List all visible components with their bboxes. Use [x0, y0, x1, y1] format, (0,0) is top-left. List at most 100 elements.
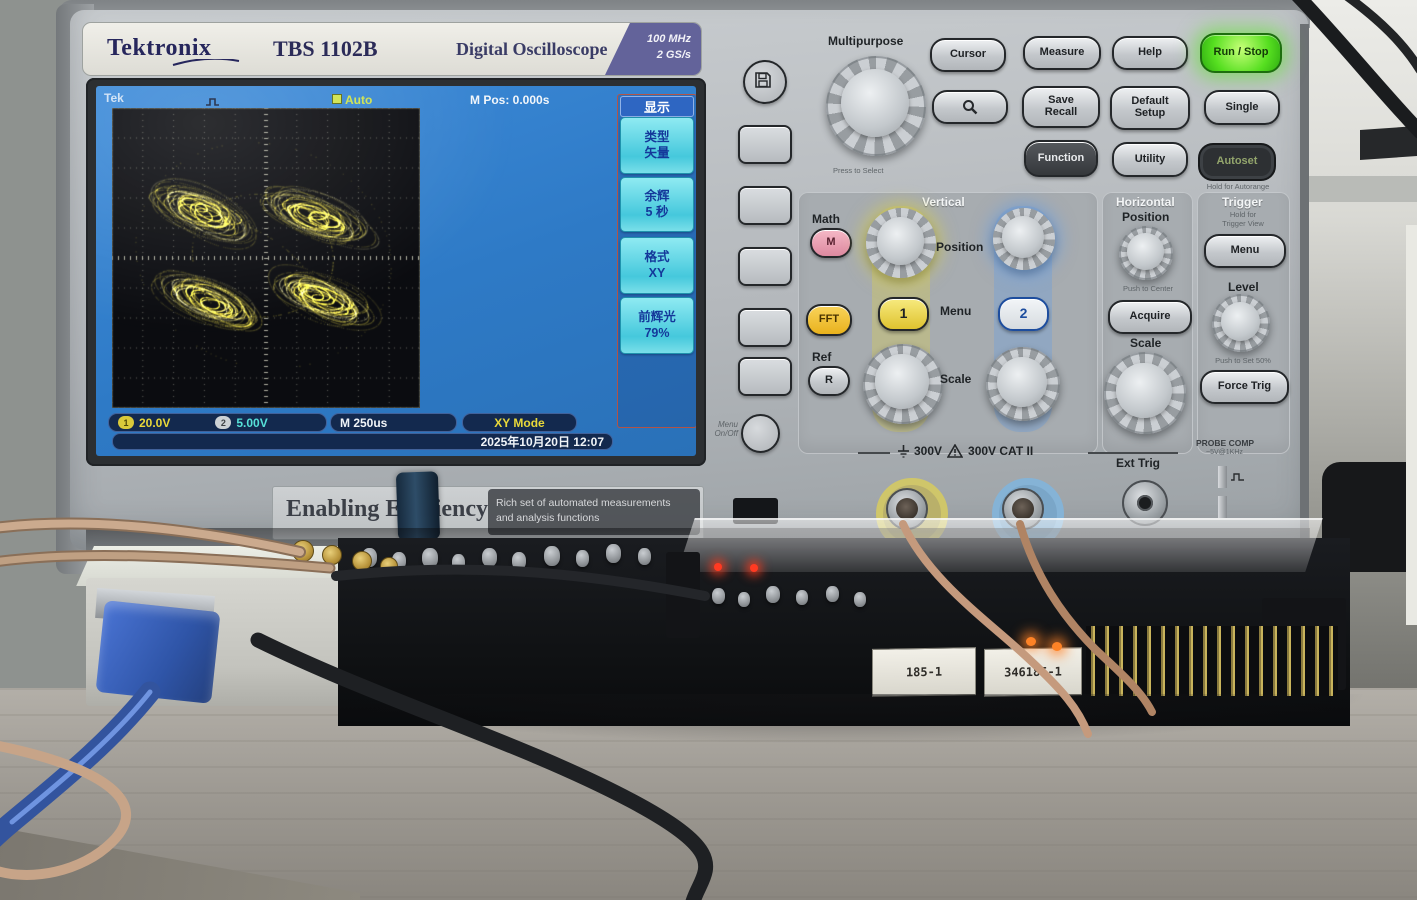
press-to-select-hint: Press to Select — [833, 166, 883, 175]
ch2-menu-button[interactable]: 2 — [998, 297, 1049, 331]
trigger-level-label: Level — [1228, 280, 1259, 294]
square-wave-icon — [1231, 472, 1245, 482]
push-to-center-hint: Push to Center — [1104, 284, 1192, 293]
autoset-button[interactable]: Autoset — [1198, 143, 1276, 181]
capacitor — [766, 586, 780, 603]
timebase-value: M 250us — [340, 416, 387, 430]
datetime-readout: 2025年10月20日 12:07 — [112, 433, 613, 450]
horizontal-position-knob[interactable] — [1119, 226, 1173, 280]
force-trig-button[interactable]: Force Trig — [1200, 370, 1289, 404]
math-button[interactable]: M — [810, 228, 852, 258]
single-button[interactable]: Single — [1204, 90, 1280, 125]
zoom-button[interactable] — [932, 90, 1008, 124]
orange-led-1 — [1026, 637, 1036, 646]
trigger-source-icon — [332, 94, 342, 104]
voltage-rating: 300V 300V CAT II — [898, 444, 1033, 458]
vertical-scale-label: Scale — [940, 372, 971, 386]
vertical-position-label: Position — [936, 240, 983, 254]
ch2-scale-knob[interactable] — [986, 347, 1060, 421]
acrylic-cover — [677, 518, 1323, 572]
bandwidth: 100 MHz — [605, 32, 691, 48]
floppy-icon — [754, 71, 772, 89]
menu-item-type: 类型 矢量 — [620, 117, 694, 174]
ch1-marker: 1 — [118, 416, 134, 429]
tagline-headline: Enabling Efficiency — [286, 496, 488, 523]
wall-shelf-edge — [1360, 126, 1417, 160]
help-button[interactable]: Help — [1112, 36, 1188, 70]
save-button[interactable] — [743, 60, 787, 104]
menu-item-persist: 余辉 5 秒 — [620, 177, 694, 232]
ch1-position-knob[interactable] — [866, 208, 936, 278]
menu-title: 显示 — [620, 96, 694, 117]
board-connector-right: 346185-1 — [984, 647, 1082, 697]
ref-button[interactable]: R — [808, 366, 850, 396]
autorange-hint: Hold for Autorange — [1188, 182, 1288, 191]
multipurpose-knob[interactable] — [826, 56, 926, 156]
capacitor — [826, 586, 839, 602]
trigger-menu-button[interactable]: Menu — [1204, 234, 1286, 268]
acquire-button[interactable]: Acquire — [1108, 300, 1192, 334]
cursor-button[interactable]: Cursor — [930, 38, 1006, 72]
function-button[interactable]: Function — [1024, 140, 1098, 177]
default-setup-button[interactable]: Default Setup — [1110, 86, 1190, 130]
capacitor — [854, 592, 866, 607]
mode-readout: XY Mode — [462, 413, 577, 432]
brand-plate: Tektronix TBS 1102B Digital Oscilloscope… — [82, 22, 702, 76]
tek-screen-logo: Tek — [104, 91, 124, 105]
wall-band — [1302, 176, 1417, 202]
trigger-title: Trigger — [1222, 195, 1263, 209]
connector-label-right: 346185-1 — [1004, 664, 1062, 679]
horizontal-scale-knob[interactable] — [1104, 352, 1186, 434]
softkey-1[interactable] — [738, 125, 792, 164]
timebase-readout: M 250us — [330, 413, 457, 432]
run-stop-button[interactable]: Run / Stop — [1200, 33, 1282, 73]
tektronix-logo: Tektronix — [107, 35, 212, 62]
board-connector-left: 185-1 — [872, 647, 976, 697]
sma-connector-3 — [352, 551, 372, 571]
measure-button[interactable]: Measure — [1023, 36, 1101, 70]
ch1-scale-knob[interactable] — [863, 344, 943, 424]
softkey-3[interactable] — [738, 247, 792, 286]
capacitor — [638, 548, 651, 565]
rating-left: 300V — [914, 444, 942, 458]
probe-comp-label: PROBE COMP — [1196, 438, 1254, 448]
capacitor — [576, 550, 589, 567]
capacitor — [606, 544, 621, 563]
rating-rule-right — [1088, 452, 1178, 454]
ch2-position-knob[interactable] — [993, 208, 1055, 270]
trigger-position-icon — [206, 97, 220, 107]
save-recall-button[interactable]: Save Recall — [1022, 86, 1100, 128]
photo-of-oscilloscope-bench: Tektronix TBS 1102B Digital Oscilloscope… — [0, 0, 1417, 900]
capacitor — [712, 588, 725, 604]
probe-comp-terminal-1 — [1218, 466, 1227, 488]
ch1-probe-plug — [896, 498, 918, 520]
ext-trig-bnc-hole — [1137, 495, 1153, 511]
trigger-view-hint: Hold for Trigger View — [1199, 210, 1287, 228]
magnifier-icon — [962, 99, 978, 115]
xy-graticule-display — [112, 108, 420, 408]
menu-item-format: 格式 XY — [620, 237, 694, 294]
capacitor — [452, 554, 465, 571]
menu-onoff-label: Menu On/Off — [700, 420, 738, 438]
softkey-2[interactable] — [738, 186, 792, 225]
product-name: Digital Oscilloscope — [456, 39, 608, 60]
warning-icon — [947, 444, 963, 458]
vertical-menu-label: Menu — [940, 304, 971, 318]
scope-right-edge — [1300, 24, 1309, 544]
ext-trig-label: Ext Trig — [1116, 456, 1160, 470]
utility-button[interactable]: Utility — [1112, 142, 1188, 177]
sample-rate: 2 GS/s — [605, 48, 691, 64]
ch2-marker: 2 — [215, 416, 231, 429]
ground-icon — [898, 445, 909, 458]
ch1-menu-button[interactable]: 1 — [878, 297, 929, 331]
capacitor — [512, 552, 526, 570]
probe-comp-spec: ~5V@1KHz — [1206, 449, 1243, 456]
fft-button[interactable]: FFT — [806, 304, 852, 336]
trigger-level-knob[interactable] — [1212, 294, 1270, 352]
bandwidth-badge: 100 MHz 2 GS/s — [605, 23, 701, 75]
softkey-5[interactable] — [738, 357, 792, 396]
menu-onoff-button[interactable] — [741, 414, 780, 453]
push-set-50-hint: Push to Set 50% — [1199, 356, 1287, 365]
softkey-4[interactable] — [738, 308, 792, 347]
channel-readouts: 1 20.0V 2 5.00V — [108, 413, 327, 432]
